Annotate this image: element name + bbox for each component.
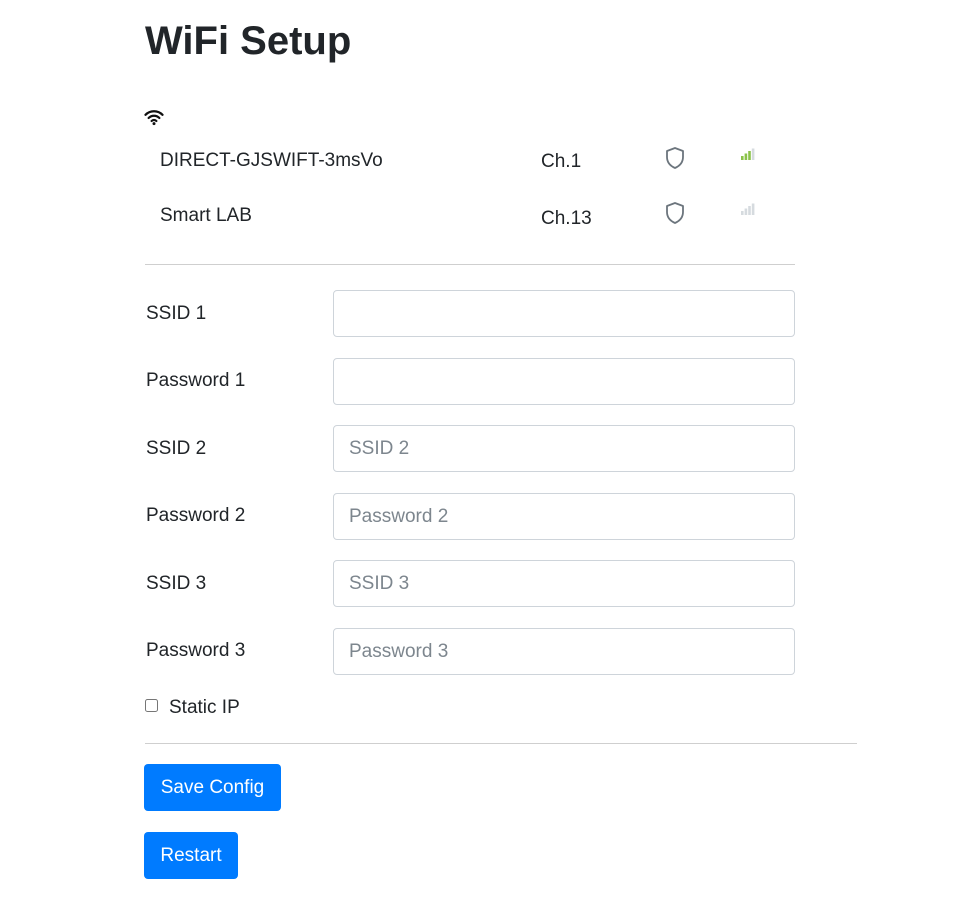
divider [145,264,795,265]
password-1-input[interactable] [333,358,795,405]
ssid-3-label: SSID 3 [146,573,207,594]
divider [145,743,857,744]
shield-lock-icon [666,202,684,224]
network-item[interactable]: DIRECT-GJSWIFT-3msVo Ch.1 [145,142,795,182]
ssid-2-input[interactable] [333,425,795,472]
password-3-label: Password 3 [146,640,246,661]
password-1-label: Password 1 [146,370,246,391]
password-2-label: Password 2 [146,505,246,526]
network-channel: Ch.1 [541,151,582,172]
network-ssid: Smart LAB [160,205,252,226]
static-ip-label[interactable]: Static IP [169,697,240,719]
network-ssid: DIRECT-GJSWIFT-3msVo [160,150,383,171]
password-2-input[interactable] [333,493,795,540]
page-title: WiFi Setup [145,19,352,63]
network-item[interactable]: Smart LAB Ch.13 [145,197,795,237]
password-3-input[interactable] [333,628,795,675]
wifi-icon [144,110,164,126]
ssid-2-label: SSID 2 [146,438,207,459]
shield-lock-icon [666,147,684,169]
ssid-1-label: SSID 1 [146,303,207,324]
signal-strength-icon [741,203,755,215]
ssid-1-input[interactable] [333,290,795,337]
ssid-3-input[interactable] [333,560,795,607]
signal-strength-icon [741,148,755,160]
static-ip-checkbox[interactable] [145,699,158,712]
network-channel: Ch.13 [541,208,592,229]
save-config-button[interactable]: Save Config [144,764,281,811]
restart-button[interactable]: Restart [144,832,238,879]
